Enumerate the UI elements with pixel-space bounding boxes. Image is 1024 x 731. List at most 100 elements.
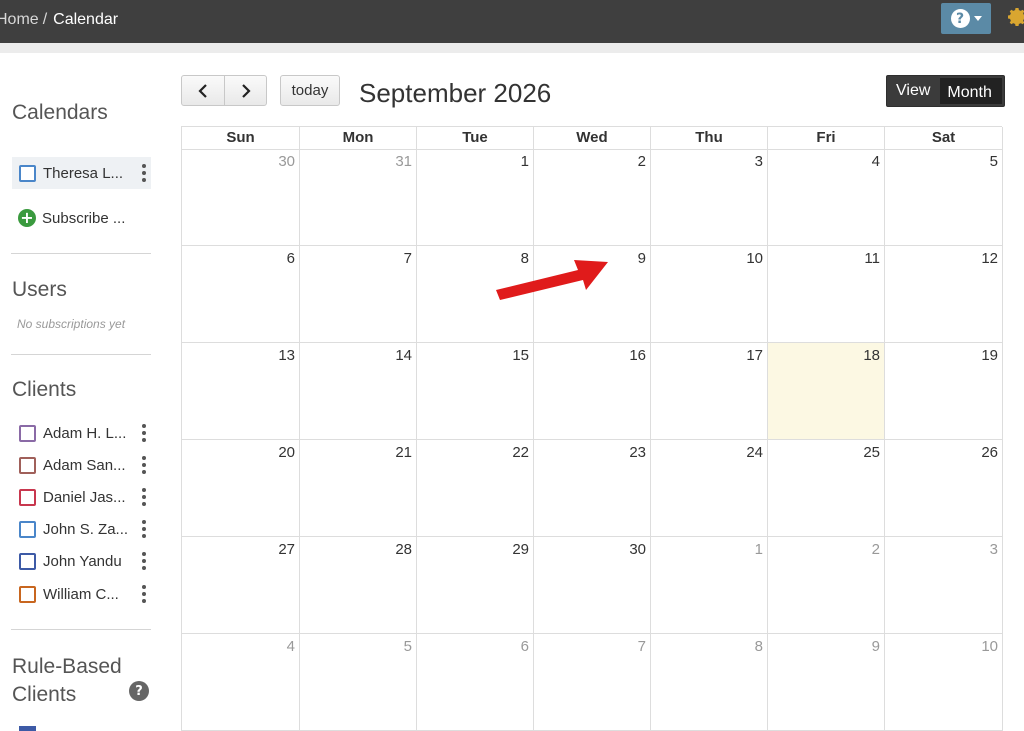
calendar-day-cell[interactable]: 23 <box>534 440 651 537</box>
day-number[interactable]: 4 <box>287 638 295 655</box>
day-number[interactable]: 1 <box>521 153 529 170</box>
day-number[interactable]: 12 <box>981 250 998 267</box>
day-number[interactable]: 26 <box>981 444 998 461</box>
calendar-day-cell[interactable]: 26 <box>885 440 1003 537</box>
day-number[interactable]: 30 <box>278 153 295 170</box>
calendar-day-cell[interactable]: 13 <box>182 343 300 440</box>
client-checkbox[interactable] <box>19 488 36 506</box>
calendar-day-cell[interactable]: 1 <box>417 149 534 246</box>
day-number[interactable]: 11 <box>864 250 880 267</box>
calendar-day-cell[interactable]: 7 <box>300 246 417 343</box>
day-number[interactable]: 25 <box>863 444 880 461</box>
calendar-day-cell[interactable]: 12 <box>885 246 1003 343</box>
more-options-icon[interactable] <box>137 585 151 603</box>
gear-icon[interactable] <box>1005 5 1024 29</box>
day-number[interactable]: 14 <box>395 347 412 364</box>
sidebar-item-client[interactable]: Adam San... <box>12 449 151 481</box>
calendar-day-cell[interactable]: 16 <box>534 343 651 440</box>
calendar-day-cell[interactable]: 28 <box>300 537 417 634</box>
view-value[interactable]: Month <box>940 78 1002 104</box>
calendar-day-cell[interactable]: 6 <box>182 246 300 343</box>
calendar-day-cell[interactable]: 30 <box>534 537 651 634</box>
calendar-day-cell[interactable]: 10 <box>885 634 1003 731</box>
rule-client-checkbox[interactable] <box>19 726 36 731</box>
more-options-icon[interactable] <box>137 552 151 570</box>
more-options-icon[interactable] <box>137 488 151 506</box>
calendar-day-cell[interactable]: 22 <box>417 440 534 537</box>
calendar-day-today[interactable]: 18 <box>768 343 885 440</box>
more-options-icon[interactable] <box>137 456 151 474</box>
day-number[interactable]: 9 <box>638 250 646 267</box>
day-number[interactable]: 2 <box>638 153 646 170</box>
day-number[interactable]: 20 <box>278 444 295 461</box>
day-number[interactable]: 3 <box>755 153 763 170</box>
day-number[interactable]: 28 <box>395 541 412 558</box>
more-options-icon[interactable] <box>137 424 151 442</box>
day-number[interactable]: 21 <box>395 444 412 461</box>
calendar-day-cell[interactable]: 14 <box>300 343 417 440</box>
day-number[interactable]: 1 <box>755 541 763 558</box>
calendar-day-cell[interactable]: 1 <box>651 537 768 634</box>
day-number[interactable]: 8 <box>755 638 763 655</box>
calendar-day-cell[interactable]: 4 <box>182 634 300 731</box>
day-number[interactable]: 13 <box>278 347 295 364</box>
calendar-day-cell[interactable]: 25 <box>768 440 885 537</box>
day-number[interactable]: 4 <box>872 153 880 170</box>
day-number[interactable]: 9 <box>872 638 880 655</box>
calendar-day-cell[interactable]: 2 <box>534 149 651 246</box>
calendar-day-cell[interactable]: 17 <box>651 343 768 440</box>
calendar-day-cell[interactable]: 5 <box>885 149 1003 246</box>
help-menu-button[interactable]: ? <box>941 3 991 34</box>
prev-month-button[interactable] <box>182 76 224 105</box>
more-options-icon[interactable] <box>137 164 151 182</box>
sidebar-item-client[interactable]: Daniel Jas... <box>12 481 151 513</box>
calendar-day-cell[interactable]: 21 <box>300 440 417 537</box>
calendar-day-cell[interactable]: 31 <box>300 149 417 246</box>
client-checkbox[interactable] <box>19 424 36 442</box>
calendar-day-cell[interactable]: 3 <box>651 149 768 246</box>
day-number[interactable]: 7 <box>404 250 412 267</box>
client-checkbox[interactable] <box>19 520 36 538</box>
day-number[interactable]: 17 <box>746 347 763 364</box>
day-number[interactable]: 10 <box>981 638 998 655</box>
calendar-day-cell[interactable]: 20 <box>182 440 300 537</box>
day-number[interactable]: 31 <box>395 153 412 170</box>
help-icon[interactable]: ? <box>129 681 149 701</box>
day-number[interactable]: 5 <box>404 638 412 655</box>
calendar-day-cell[interactable]: 30 <box>182 149 300 246</box>
day-number[interactable]: 18 <box>863 347 880 364</box>
day-number[interactable]: 16 <box>629 347 646 364</box>
view-selector[interactable]: View Month <box>886 75 1005 107</box>
day-number[interactable]: 3 <box>990 541 998 558</box>
calendar-day-cell[interactable]: 5 <box>300 634 417 731</box>
day-number[interactable]: 27 <box>278 541 295 558</box>
day-number[interactable]: 24 <box>746 444 763 461</box>
next-month-button[interactable] <box>224 76 266 105</box>
more-options-icon[interactable] <box>137 520 151 538</box>
subscribe-button[interactable]: + Subscribe ... <box>12 202 151 234</box>
day-number[interactable]: 23 <box>629 444 646 461</box>
sidebar-item-client[interactable]: William C... <box>12 578 151 610</box>
calendar-day-cell[interactable]: 7 <box>534 634 651 731</box>
calendar-day-cell[interactable]: 3 <box>885 537 1003 634</box>
sidebar-item-calendar[interactable]: Theresa L... <box>12 157 151 189</box>
day-number[interactable]: 22 <box>512 444 529 461</box>
day-number[interactable]: 29 <box>512 541 529 558</box>
sidebar-item-client[interactable]: John S. Za... <box>12 513 151 545</box>
calendar-day-cell[interactable]: 15 <box>417 343 534 440</box>
calendar-day-cell[interactable]: 24 <box>651 440 768 537</box>
calendar-day-cell[interactable]: 4 <box>768 149 885 246</box>
client-checkbox[interactable] <box>19 585 36 603</box>
day-number[interactable]: 5 <box>990 153 998 170</box>
calendar-day-cell[interactable]: 9 <box>768 634 885 731</box>
day-number[interactable]: 19 <box>981 347 998 364</box>
calendar-day-cell[interactable]: 19 <box>885 343 1003 440</box>
client-checkbox[interactable] <box>19 456 36 474</box>
day-number[interactable]: 6 <box>287 250 295 267</box>
calendar-day-cell[interactable]: 29 <box>417 537 534 634</box>
today-button[interactable]: today <box>280 75 340 106</box>
client-checkbox[interactable] <box>19 552 36 570</box>
day-number[interactable]: 7 <box>638 638 646 655</box>
calendar-checkbox[interactable] <box>19 164 36 182</box>
day-number[interactable]: 30 <box>629 541 646 558</box>
